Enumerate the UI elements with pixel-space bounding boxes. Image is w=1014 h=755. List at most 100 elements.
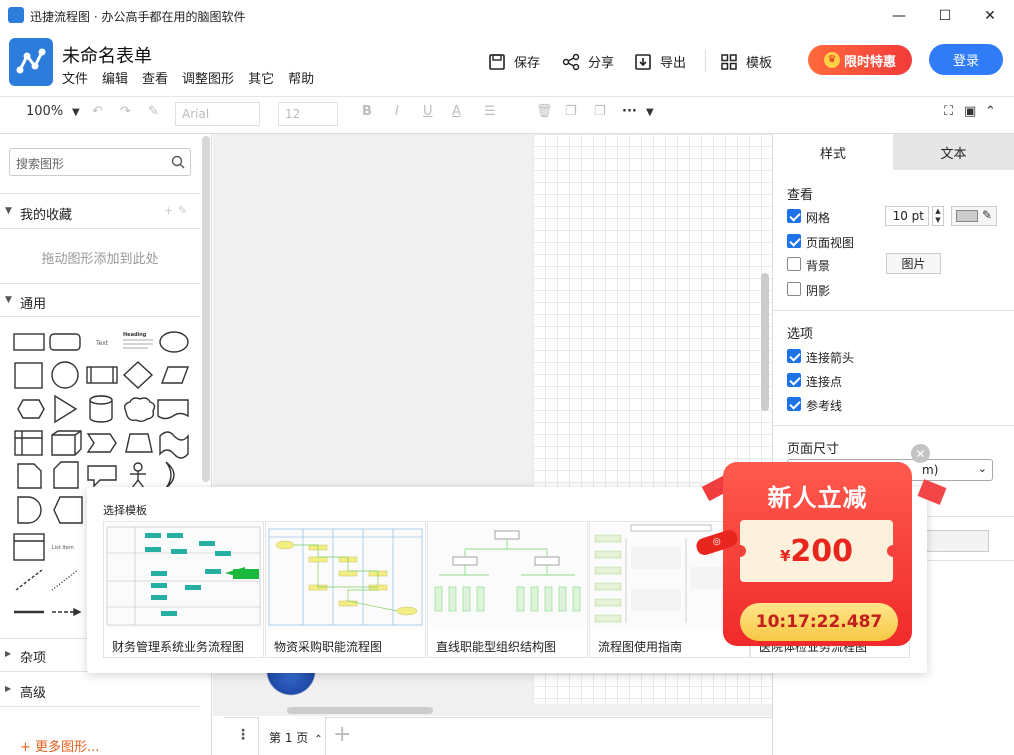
delete-icon[interactable]: 🗑 [536,104,553,119]
coupon-close-icon[interactable]: ✕ [911,444,930,463]
coupon-countdown: 10:17:22.487 [740,603,898,641]
share-icon [562,53,580,70]
guide-label: 参考线 [806,399,843,413]
menu-arrange[interactable]: 调整图形 [182,68,234,87]
guide-checkbox[interactable] [787,397,801,411]
section-advanced[interactable]: ▶ 高级 [0,676,200,704]
page-size-title: 页面尺寸 [787,442,840,457]
tab-style[interactable]: 样式 [773,134,893,170]
connect-arrow-checkbox[interactable] [787,349,801,363]
to-back-icon[interactable]: ❐ [594,104,606,119]
save-button[interactable]: 保存 [488,52,540,71]
shape-swimlane [13,533,45,561]
export-icon [635,53,651,70]
shape-diamond [122,361,154,389]
expand-icon: ▼ [5,295,12,305]
underline-icon[interactable]: U [423,104,433,119]
shape-cloud [123,397,156,422]
divider [773,310,1014,311]
zoom-dropdown-icon[interactable]: ▼ [72,107,80,118]
add-icon[interactable]: + [164,204,173,217]
section-general[interactable]: ▼ 通用 [0,287,200,315]
coupon-amount: ¥200 [779,534,854,569]
favorites-drop-hint: 拖动图形添加到此处 [41,252,159,267]
shape-display [53,496,83,524]
plus-icon: + [20,740,36,755]
template-card[interactable]: 物资采购职能流程图 [265,521,426,658]
maximize-icon[interactable]: ☐ [922,0,968,32]
page-tab[interactable]: 第 1 页 ⌃ [258,717,326,755]
shape-ellipse [159,331,189,353]
shape-search-input[interactable]: 搜索图形 [9,148,191,176]
canvas-horizontal-scrollbar[interactable] [287,707,433,714]
document-title[interactable]: 未命名表单 [62,42,152,68]
shape-card [53,461,79,489]
background-checkbox[interactable] [787,257,801,271]
left-panel-scrollbar[interactable] [202,136,210,482]
grid-size-stepper[interactable]: ▲ ▼ [932,206,944,226]
format-paint-icon[interactable]: ✎ [148,104,159,119]
shape-triangle [54,394,78,424]
more-shapes-link[interactable]: + 更多图形... [20,736,99,755]
redo-icon[interactable]: ↷ [120,104,131,119]
menu-other[interactable]: 其它 [248,68,274,87]
app-window: 迅捷流程图 · 办公高手都在用的脑图软件 — ☐ ✕ 未命名表单 文件 编辑 查… [0,0,1014,755]
italic-icon[interactable]: I [395,104,399,119]
shape-rectangle [13,333,45,351]
grid-size-input[interactable]: 10 pt [885,206,929,226]
share-button[interactable]: 分享 [562,52,614,71]
section-favorites[interactable]: ▼ 我的收藏 + ✎ [0,198,200,226]
more-dropdown-icon[interactable]: ▼ [646,107,654,118]
add-page-icon[interactable]: + [333,722,351,747]
template-popup-title: 选择模板 [103,504,147,517]
color-swatch [956,210,978,222]
edit-icon[interactable]: ✎ [178,204,187,217]
undo-icon[interactable]: ↶ [92,104,103,119]
template-card[interactable]: 直线职能型组织结构图 [427,521,588,658]
divider [773,425,1014,426]
page-menu-icon[interactable]: ⋮ [236,727,250,743]
more-options-icon[interactable]: ··· [622,104,637,119]
to-front-icon[interactable]: ❐ [565,104,577,119]
connect-arrow-label: 连接箭头 [806,351,855,365]
collapsed-icon: ▶ [5,649,12,658]
close-icon[interactable]: ✕ [967,0,1013,32]
grid-icon [721,53,737,70]
template-card[interactable]: 财务管理系统业务流程图 [103,521,264,658]
shape-parallelogram [160,366,190,384]
page-view-checkbox[interactable] [787,234,801,248]
menu-help[interactable]: 帮助 [288,68,314,87]
connect-point-checkbox[interactable] [787,373,801,387]
export-button[interactable]: 导出 [634,52,686,71]
shape-text: Text [95,340,109,347]
font-size-select[interactable]: 12 [278,102,338,126]
background-image-button[interactable]: 图片 [886,253,941,274]
menu-file[interactable]: 文件 [62,68,88,87]
align-icon[interactable]: ☰ [484,104,496,119]
font-family-select[interactable]: Arial [175,102,260,126]
coupon-title: 新人立减 [767,484,868,512]
template-button[interactable]: 模板 [720,52,772,71]
minimize-icon[interactable]: — [876,0,922,32]
grid-checkbox[interactable] [787,209,801,223]
collapse-icon[interactable]: ⌃ [985,104,996,119]
template-thumbnail [105,523,262,629]
fullscreen-icon[interactable]: ⛶ [944,104,953,119]
promo-button[interactable]: ♛ 限时特惠 [808,45,912,75]
menu-edit[interactable]: 编辑 [102,68,128,87]
login-button[interactable]: 登录 [929,44,1003,75]
tab-text[interactable]: 文本 [893,134,1014,170]
panel-toggle-icon[interactable]: ▣ [964,104,976,119]
zoom-level[interactable]: 100% [26,104,63,119]
bold-icon[interactable]: B [362,104,372,119]
shadow-checkbox[interactable] [787,282,801,296]
canvas-vertical-scrollbar[interactable] [761,273,769,411]
grid-color-picker[interactable]: ✎ [951,206,997,226]
template-name: 财务管理系统业务流程图 [112,640,245,654]
shape-or [165,461,175,489]
shape-trapezoid [125,433,153,453]
app-logo [9,38,53,86]
menu-view[interactable]: 查看 [142,68,168,87]
font-color-icon[interactable]: A [452,104,461,119]
search-icon[interactable] [171,155,185,169]
